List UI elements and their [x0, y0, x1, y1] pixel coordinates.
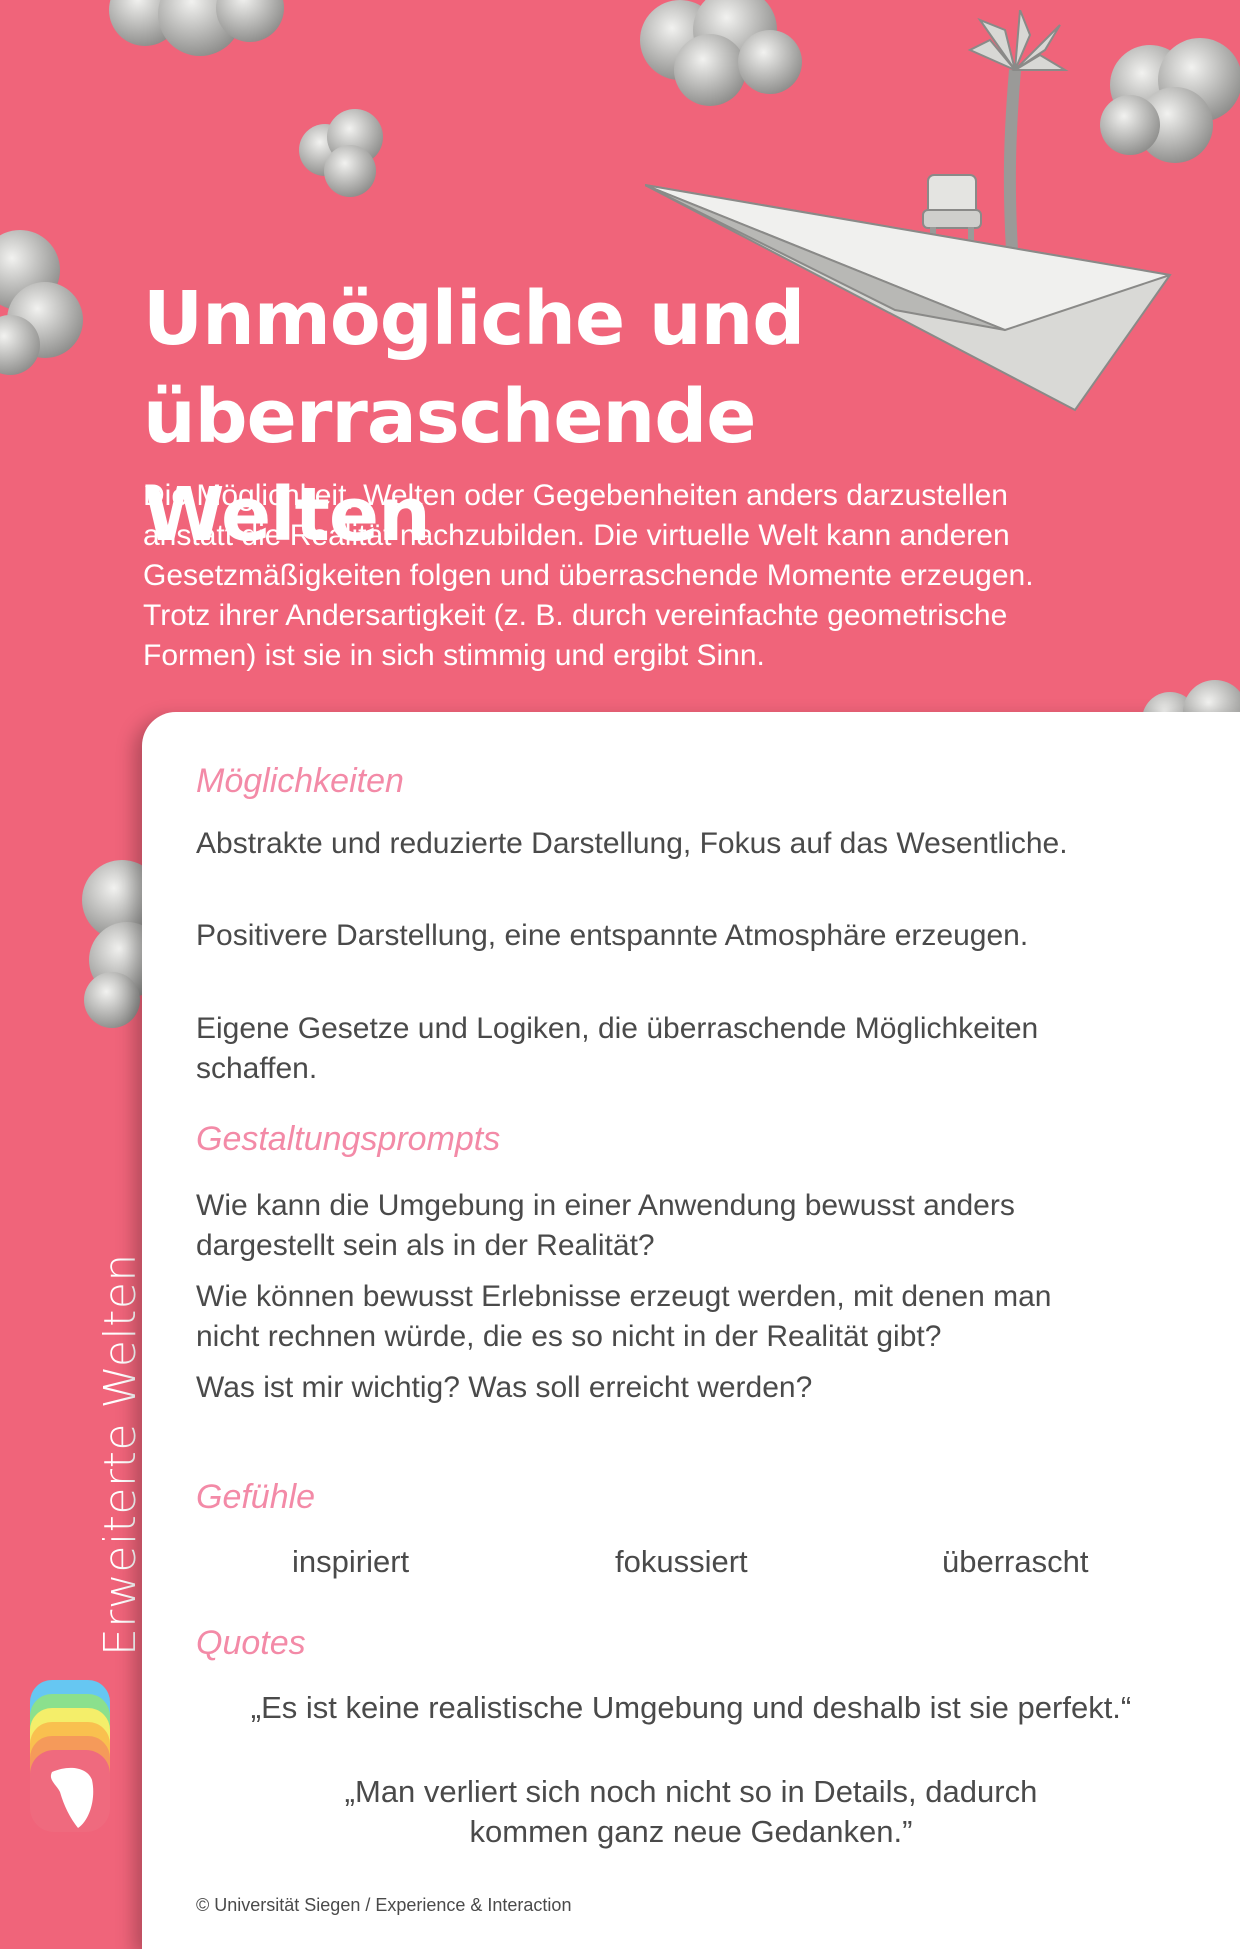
intro-line: Gesetzmäßigkeiten folgen und überraschen… [143, 559, 1034, 592]
quote-item: „Man verliert sich noch nicht so in Deta… [196, 1772, 1186, 1852]
intro-line: Formen) ist sie in sich stimmig und ergi… [143, 639, 765, 672]
quote-line: kommen ganz neue Gedanken.” [469, 1814, 913, 1849]
section-heading-quotes: Quotes [196, 1624, 306, 1662]
list-item: Positivere Darstellung, eine entspannte … [196, 919, 1029, 952]
cloud-icon [1100, 38, 1240, 163]
quote-line: „Man verliert sich noch nicht so in Deta… [344, 1774, 1038, 1809]
prompt-line: nicht rechnen würde, die es so nicht in … [196, 1320, 942, 1353]
intro-line: Die Möglichkeit, Welten oder Gegebenheit… [143, 479, 1008, 512]
list-item: Eigene Gesetze und Logiken, die überrasc… [196, 1009, 1196, 1089]
quote-item: „Es ist keine realistische Umgebung und … [250, 1690, 1132, 1725]
feeling-tag: überrascht [942, 1544, 1089, 1579]
intro-line: Trotz ihrer Andersartigkeit (z. B. durch… [143, 599, 1008, 632]
prompt-item: Wie können bewusst Erlebnisse erzeugt we… [196, 1277, 1196, 1357]
cloud-icon [640, 0, 802, 106]
content-card: Möglichkeiten Abstrakte und reduzierte D… [142, 712, 1240, 1949]
category-label: Erweiterte Welten [95, 1253, 146, 1656]
list-item-line: Eigene Gesetze und Logiken, die überrasc… [196, 1012, 1039, 1045]
prompt-line: Wie können bewusst Erlebnisse erzeugt we… [196, 1280, 1052, 1313]
section-heading-gefuehle: Gefühle [196, 1478, 316, 1516]
prompt-item: Was ist mir wichtig? Was soll erreicht w… [196, 1371, 813, 1404]
cloud-icon [82, 860, 152, 1028]
logo-icon [30, 1680, 110, 1832]
cloud-icon [299, 109, 383, 197]
section-heading-moeglichkeiten: Möglichkeiten [196, 762, 404, 800]
title-line: Unmögliche und [143, 276, 805, 362]
list-item-line: schaffen. [196, 1052, 318, 1085]
feeling-tag: inspiriert [292, 1544, 410, 1579]
list-item: Abstrakte und reduzierte Darstellung, Fo… [196, 827, 1068, 860]
prompt-line: dargestellt sein als in der Realität? [196, 1229, 655, 1262]
prompt-line: Wie kann die Umgebung in einer Anwendung… [196, 1189, 1015, 1222]
intro-text: Die Möglichkeit, Welten oder Gegebenheit… [143, 476, 1143, 676]
intro-line: anstatt die Realität nachzubilden. Die v… [143, 519, 1010, 552]
copyright-text: © Universität Siegen / Experience & Inte… [196, 1895, 572, 1915]
feeling-tag: fokussiert [615, 1544, 748, 1579]
prompt-item: Wie kann die Umgebung in einer Anwendung… [196, 1186, 1196, 1266]
cloud-icon [0, 230, 83, 375]
section-heading-prompts: Gestaltungsprompts [196, 1120, 501, 1158]
cloud-icon [109, 0, 284, 56]
